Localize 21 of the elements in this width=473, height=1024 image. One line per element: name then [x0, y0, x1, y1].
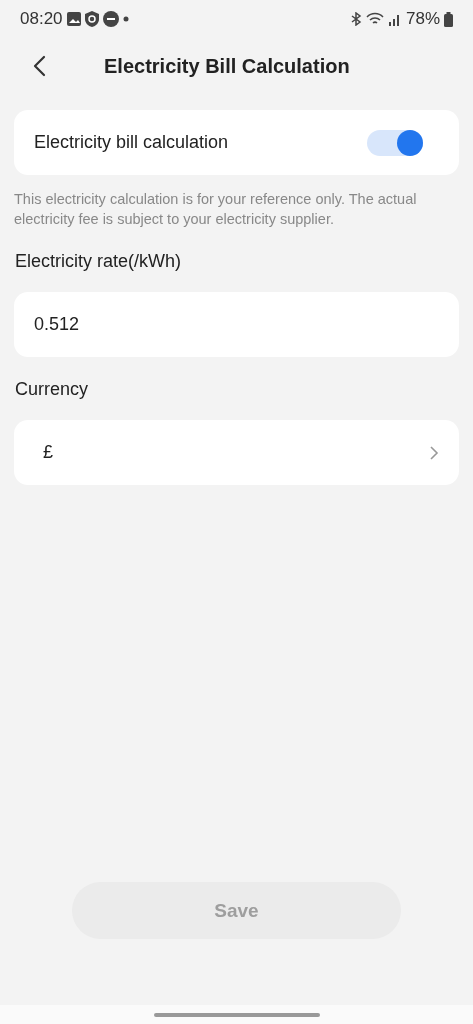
- currency-selector[interactable]: £: [14, 420, 459, 485]
- toggle-label: Electricity bill calculation: [34, 132, 230, 153]
- wifi-icon: [365, 12, 384, 26]
- rate-field[interactable]: 0.512: [14, 292, 459, 357]
- bluetooth-icon: [349, 12, 362, 26]
- app-badge-icon: [102, 11, 119, 27]
- currency-label: Currency: [15, 379, 90, 400]
- signal-icon: [387, 12, 402, 26]
- toggle-switch[interactable]: [367, 129, 423, 156]
- status-time: 08:20: [20, 9, 63, 29]
- battery-percent: 78%: [405, 9, 440, 29]
- battery-icon: [444, 11, 453, 27]
- chevron-right-icon: [429, 444, 439, 461]
- home-indicator[interactable]: [153, 1012, 320, 1017]
- dot-icon: [122, 16, 129, 22]
- page-title: Electricity Bill Calculation: [104, 54, 350, 78]
- gallery-icon: [66, 12, 81, 26]
- currency-value: £: [43, 442, 53, 463]
- note-text: This electricity calculation is for your reference only. The actual electricity fee is subject to your electricity supplier.: [14, 190, 418, 229]
- rate-label: Electricity rate(/kWh): [15, 251, 183, 272]
- shield-icon: [84, 11, 99, 27]
